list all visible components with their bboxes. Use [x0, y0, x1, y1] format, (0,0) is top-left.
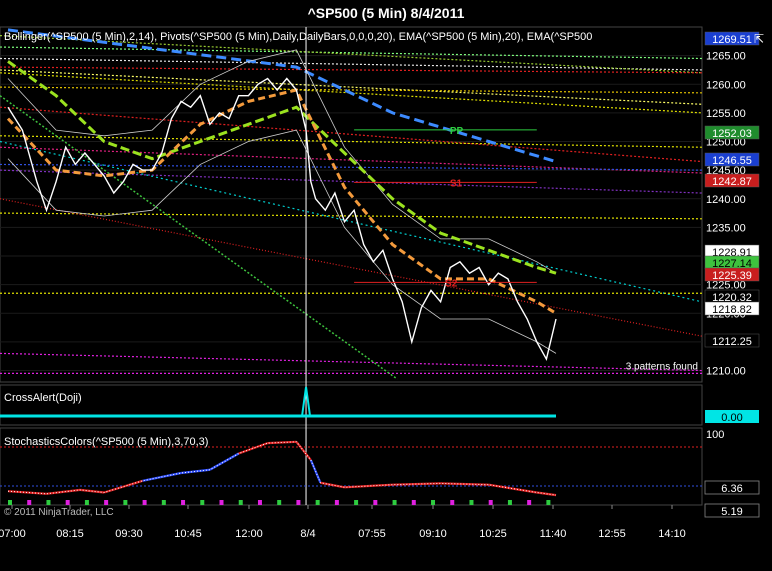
- pivot-label-pp: PP: [450, 126, 464, 137]
- stoch-bar-marker: [200, 500, 205, 505]
- stoch-bar-marker: [546, 500, 551, 505]
- cross-alert-label: CrossAlert(Doji): [4, 392, 82, 404]
- price-tag-label: 1246.55: [712, 155, 752, 167]
- price-tick-label: 1235.00: [706, 222, 746, 234]
- stoch-bar-marker: [238, 500, 243, 505]
- x-tick-label: 8/4: [300, 528, 315, 540]
- x-tick-label: 10:45: [174, 528, 202, 540]
- stoch-bar-marker: [392, 500, 397, 505]
- stochastics-label: StochasticsColors(^SP500 (5 Min),3,70,3): [4, 436, 209, 448]
- stoch-bar-marker: [84, 500, 89, 505]
- cross-alert-tag-label: 0.00: [721, 412, 742, 424]
- stoch-bar-marker: [142, 500, 147, 505]
- price-tag-label: 1212.25: [712, 336, 752, 348]
- x-tick-label: 09:10: [419, 528, 447, 540]
- expand-icon[interactable]: ⇱: [752, 32, 766, 46]
- patterns-note: 3 patterns found: [626, 361, 698, 372]
- panel-frame-1: [0, 384, 703, 426]
- pivot-label-s2: S2: [445, 278, 458, 289]
- stoch-bar-marker: [181, 500, 186, 505]
- price-tag-label: 1269.51: [712, 34, 752, 46]
- stoch-bar-marker: [373, 500, 378, 505]
- price-tag-label: 1225.39: [712, 270, 752, 282]
- price-tag-label: 1218.82: [712, 304, 752, 316]
- stoch-tick-label: 100: [706, 429, 724, 441]
- stoch-bar-marker: [507, 500, 512, 505]
- stoch-tag-label: 6.36: [721, 483, 742, 495]
- price-tick-label: 1265.00: [706, 51, 746, 63]
- chart: ^SP500 (5 Min) 8/4/2011 1265.00 1260.00 12…: [0, 0, 772, 571]
- stoch-bar-marker: [431, 500, 436, 505]
- stoch-bar-marker: [277, 500, 282, 505]
- stoch-bar-marker: [65, 500, 70, 505]
- price-tag-label: 1252.03: [712, 128, 752, 140]
- x-tick-label: 10:25: [479, 528, 507, 540]
- stoch-bar-marker: [123, 500, 128, 505]
- x-tick-label: 07:55: [358, 528, 386, 540]
- price-tick-label: 1255.00: [706, 108, 746, 120]
- stoch-bar-marker: [27, 500, 32, 505]
- x-tick-label: 09:30: [115, 528, 143, 540]
- stoch-bar-marker: [527, 500, 532, 505]
- stoch-bar-marker: [219, 500, 224, 505]
- stoch-bar-marker: [450, 500, 455, 505]
- chart-canvas[interactable]: 1265.001260.001255.001250.001245.001240.…: [0, 0, 772, 571]
- x-tick-label: 07:00: [0, 528, 26, 540]
- stoch-bar-marker: [315, 500, 320, 505]
- x-tick-label: 12:55: [598, 528, 626, 540]
- panel-frame-0: [0, 26, 703, 383]
- stoch-bar-marker: [411, 500, 416, 505]
- stoch-bar-marker: [296, 500, 301, 505]
- stoch-bar-marker: [8, 500, 12, 505]
- stoch-bar-marker: [104, 500, 109, 505]
- stoch-bar-marker: [469, 500, 474, 505]
- stoch-bar-marker: [46, 500, 51, 505]
- price-tick-label: 1210.00: [706, 366, 746, 378]
- x-tick-label: 11:40: [540, 528, 567, 540]
- x-tick-label: 08:15: [56, 528, 84, 540]
- x-tick-label: 14:10: [658, 528, 686, 540]
- copyright-label: © 2011 NinjaTrader, LLC: [4, 507, 114, 518]
- stoch-bar-marker: [354, 500, 359, 505]
- stoch-tag-label: 5.19: [721, 506, 742, 518]
- price-tag-label: 1242.87: [712, 176, 752, 188]
- stoch-bar-marker: [161, 500, 166, 505]
- stoch-bar-marker: [334, 500, 339, 505]
- price-tick-label: 1240.00: [706, 194, 746, 206]
- stoch-bar-marker: [257, 500, 262, 505]
- pivot-label-s1: S1: [450, 178, 463, 189]
- x-tick-label: 12:00: [235, 528, 263, 540]
- stoch-bar-marker: [488, 500, 493, 505]
- price-tick-label: 1260.00: [706, 79, 746, 91]
- indicator-label: Bollinger(^SP500 (5 Min),2,14), Pivots(^…: [4, 31, 593, 43]
